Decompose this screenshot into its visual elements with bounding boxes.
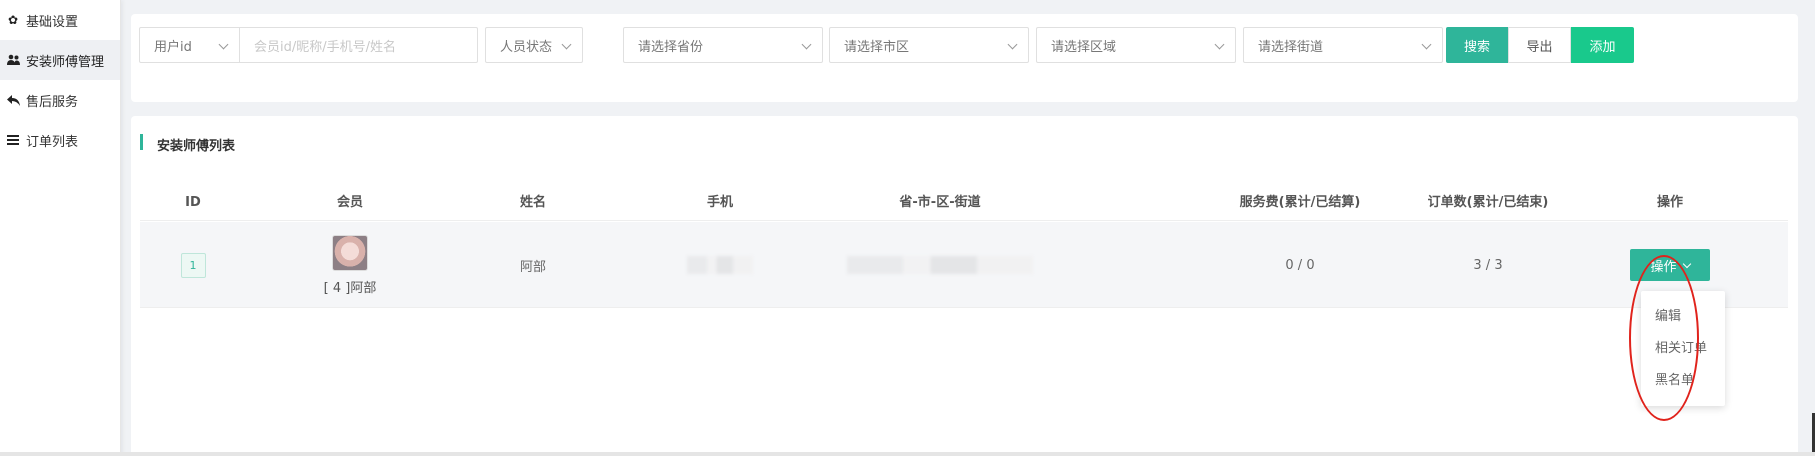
export-button[interactable]: 导出 bbox=[1508, 27, 1571, 63]
district-select[interactable]: 请选择区域 bbox=[1036, 27, 1236, 63]
menu-item-blacklist[interactable]: 黑名单 bbox=[1641, 365, 1725, 397]
add-button[interactable]: 添加 bbox=[1571, 27, 1634, 63]
keyword-placeholder: 会员id/昵称/手机号/姓名 bbox=[254, 39, 397, 55]
actions-label: 操作 bbox=[1650, 259, 1677, 275]
sidebar-item-installer-management[interactable]: 安装师傅管理 bbox=[0, 40, 120, 80]
actions-dropdown-button[interactable]: 操作 bbox=[1630, 249, 1710, 281]
list-title: 安装师傅列表 bbox=[140, 134, 235, 154]
column-header-phone: 手机 bbox=[706, 195, 733, 210]
column-header-orders: 订单数(累计/已结束) bbox=[1427, 195, 1549, 210]
sidebar-item-basic-settings[interactable]: ✿ 基础设置 bbox=[0, 0, 120, 40]
city-select[interactable]: 请选择市区 bbox=[829, 27, 1029, 63]
chevron-down-icon bbox=[1682, 259, 1691, 268]
menu-item-related-orders[interactable]: 相关订单 bbox=[1641, 333, 1725, 365]
street-placeholder: 请选择街道 bbox=[1258, 39, 1324, 55]
column-header-actions: 操作 bbox=[1656, 195, 1683, 210]
sidebar-item-label: 基础设置 bbox=[26, 14, 79, 30]
table-row: 1 [ 4 ]阿部 阿部 0 / 0 3 / 3 操作 bbox=[140, 222, 1788, 308]
cell-orders: 3 / 3 bbox=[1473, 257, 1503, 273]
list-panel: 安装师傅列表 ID 会员 姓名 手机 省-市-区-街道 服务费(累计/已结算) … bbox=[131, 116, 1798, 456]
column-header-service-fee: 服务费(累计/已结算) bbox=[1239, 195, 1361, 210]
sidebar-item-label: 订单列表 bbox=[26, 134, 79, 150]
column-header-address: 省-市-区-街道 bbox=[899, 195, 981, 210]
avatar bbox=[332, 234, 368, 271]
menu-item-edit[interactable]: 编辑 bbox=[1641, 301, 1725, 333]
list-icon bbox=[6, 133, 20, 147]
district-placeholder: 请选择区域 bbox=[1051, 39, 1117, 55]
table-header: ID 会员 姓名 手机 省-市-区-街道 服务费(累计/已结算) 订单数(累计/… bbox=[140, 184, 1788, 221]
column-header-name: 姓名 bbox=[519, 195, 546, 210]
phone-redacted bbox=[687, 256, 753, 274]
province-select[interactable]: 请选择省份 bbox=[623, 27, 823, 63]
column-header-id: ID bbox=[185, 195, 201, 210]
cell-phone bbox=[680, 222, 760, 308]
sidebar-item-after-sales[interactable]: 售后服务 bbox=[0, 80, 120, 120]
chevron-down-icon bbox=[1214, 39, 1225, 50]
id-type-value: 用户id bbox=[154, 39, 192, 55]
chevron-down-icon bbox=[1421, 39, 1432, 50]
keyword-input[interactable]: 会员id/昵称/手机号/姓名 bbox=[239, 27, 478, 63]
chevron-down-icon bbox=[218, 39, 229, 50]
cell-id: 1 bbox=[170, 222, 216, 308]
column-header-member: 会员 bbox=[336, 195, 363, 210]
sidebar-item-label: 安装师傅管理 bbox=[26, 54, 105, 70]
chevron-down-icon bbox=[561, 39, 572, 50]
sidebar: ✿ 基础设置 安装师傅管理 售后服务 订单列表 bbox=[0, 0, 121, 456]
cell-service-fee: 0 / 0 bbox=[1285, 257, 1315, 273]
chevron-down-icon bbox=[1007, 39, 1018, 50]
city-placeholder: 请选择市区 bbox=[844, 39, 910, 55]
sidebar-item-order-list[interactable]: 订单列表 bbox=[0, 120, 120, 160]
search-button[interactable]: 搜索 bbox=[1446, 27, 1508, 63]
id-badge: 1 bbox=[180, 252, 206, 278]
sidebar-item-label: 售后服务 bbox=[26, 94, 79, 110]
status-select[interactable]: 人员状态 bbox=[485, 27, 583, 63]
cell-address bbox=[800, 222, 1080, 308]
cell-member: [ 4 ]阿部 bbox=[280, 222, 420, 308]
users-icon bbox=[6, 53, 20, 67]
id-type-select[interactable]: 用户id bbox=[139, 27, 240, 63]
filter-panel: 用户id 会员id/昵称/手机号/姓名 人员状态 请选择省份 请选择市区 请选择… bbox=[131, 14, 1798, 102]
status-value: 人员状态 bbox=[500, 39, 553, 55]
member-label: [ 4 ]阿部 bbox=[323, 280, 377, 296]
province-placeholder: 请选择省份 bbox=[638, 39, 704, 55]
address-redacted bbox=[847, 256, 1033, 274]
horizontal-scrollbar[interactable] bbox=[0, 452, 1815, 456]
street-select[interactable]: 请选择街道 bbox=[1243, 27, 1443, 63]
chevron-down-icon bbox=[801, 39, 812, 50]
actions-dropdown-menu: 编辑 相关订单 黑名单 bbox=[1641, 291, 1725, 406]
cell-name: 阿部 bbox=[519, 259, 546, 275]
reply-icon bbox=[6, 93, 20, 107]
gear-icon: ✿ bbox=[7, 13, 19, 27]
